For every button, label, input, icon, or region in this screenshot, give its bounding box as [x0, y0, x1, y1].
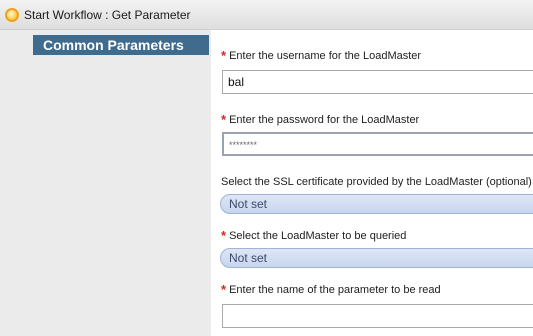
loadmaster-label: * Select the LoadMaster to be queried [221, 228, 406, 243]
password-label-text: Enter the password for the LoadMaster [229, 114, 420, 126]
loadmaster-selector[interactable]: Not set [220, 248, 533, 268]
window-title: Start Workflow : Get Parameter [24, 8, 191, 22]
ssl-certificate-label: Select the SSL certificate provided by t… [221, 176, 532, 188]
window-titlebar: Start Workflow : Get Parameter [0, 0, 533, 30]
required-marker: * [221, 282, 227, 297]
parameter-name-field[interactable] [222, 304, 533, 328]
parameter-name-label-text: Enter the name of the parameter to be re… [229, 284, 441, 296]
password-field[interactable]: ******** [222, 132, 533, 156]
required-marker: * [221, 112, 227, 127]
sidebar-section-common-parameters[interactable]: Common Parameters [33, 35, 209, 55]
ssl-certificate-selector[interactable]: Not set [220, 194, 533, 214]
required-marker: * [221, 48, 227, 63]
parameter-form: * Enter the username for the LoadMaster b… [211, 30, 533, 336]
parameter-name-label: * Enter the name of the parameter to be r… [221, 282, 441, 297]
password-label: * Enter the password for the LoadMaster [221, 112, 419, 127]
required-marker: * [221, 228, 227, 243]
loadmaster-label-text: Select the LoadMaster to be queried [229, 230, 407, 242]
username-field[interactable]: bal [222, 70, 533, 94]
sidebar: Common Parameters [0, 30, 211, 336]
workflow-icon [5, 8, 19, 22]
username-label-text: Enter the username for the LoadMaster [229, 50, 422, 62]
username-label: * Enter the username for the LoadMaster [221, 48, 421, 63]
